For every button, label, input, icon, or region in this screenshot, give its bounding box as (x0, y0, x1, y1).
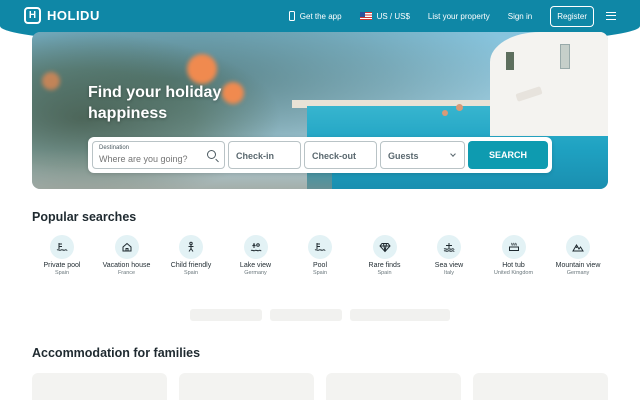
popular-item-label: Mountain view (555, 262, 601, 269)
hero-image-flower (187, 54, 217, 84)
hamburger-menu-icon[interactable] (606, 12, 616, 20)
hero-image-door (506, 52, 514, 70)
popular-item-location: Spain (54, 270, 70, 276)
popular-item-location: France (117, 270, 136, 276)
popular-searches-title: Popular searches (32, 210, 137, 224)
destination-label: Destination (99, 145, 130, 151)
header-nav: Get the app US / US$ List your property … (271, 5, 616, 27)
hero-image-person (442, 110, 448, 116)
hero-image-window (560, 44, 570, 69)
get-app-label: Get the app (299, 11, 342, 21)
popular-item-location: Spain (312, 270, 328, 276)
popular-item-label: Private pool (43, 262, 81, 269)
popular-item-location: Italy (443, 270, 455, 276)
hero-image-flower (42, 72, 60, 90)
popular-item-rare-finds[interactable]: Rare finds Spain (355, 235, 415, 276)
popular-item-label: Sea view (434, 262, 464, 269)
hero-image-person (456, 104, 463, 111)
house-icon (114, 235, 139, 259)
loading-placeholder (270, 309, 342, 321)
checkin-label: Check-in (236, 151, 275, 161)
popular-item-label: Hot tub (502, 262, 525, 269)
popular-item-label: Rare finds (368, 262, 401, 269)
logo-icon: H (24, 7, 41, 24)
popular-item-vacation-house[interactable]: Vacation house France (97, 235, 157, 276)
popular-item-location: Spain (183, 270, 199, 276)
child-icon (179, 235, 203, 259)
chevron-down-icon (450, 151, 456, 157)
logo-letter: H (28, 9, 37, 21)
register-button[interactable]: Register (550, 5, 594, 27)
currency-selector[interactable]: US / US$ (359, 11, 410, 21)
popular-searches-list: Private pool Spain Vacation house France… (32, 235, 608, 276)
destination-input[interactable] (99, 154, 204, 164)
us-flag-icon (359, 12, 372, 20)
popular-item-label: Pool (312, 262, 327, 269)
popular-item-label: Vacation house (102, 262, 151, 269)
lake-icon (243, 235, 268, 259)
popular-item-private-pool[interactable]: Private pool Spain (32, 235, 92, 276)
accommodation-card-placeholder[interactable] (473, 373, 608, 400)
popular-item-pool[interactable]: Pool Spain (290, 235, 350, 276)
phone-icon (288, 11, 295, 21)
hero-image-building (490, 32, 608, 136)
pool-icon (50, 235, 74, 259)
popular-item-location: Germany (244, 270, 267, 276)
mountain-icon (566, 235, 590, 259)
brand-name: HOLIDU (47, 8, 100, 23)
destination-field[interactable]: Destination (92, 141, 225, 169)
search-button[interactable]: SEARCH (468, 141, 548, 169)
popular-item-child-friendly[interactable]: Child friendly Spain (161, 235, 221, 276)
diamond-icon (372, 235, 397, 259)
popular-item-lake-view[interactable]: Lake view Germany (226, 235, 286, 276)
families-section-title: Accommodation for families (32, 346, 201, 360)
popular-item-mountain-view[interactable]: Mountain view Germany (548, 235, 608, 276)
accommodation-card-placeholder[interactable] (326, 373, 461, 400)
checkout-label: Check-out (312, 151, 357, 161)
pool-icon (308, 235, 332, 259)
sign-in-link[interactable]: Sign in (508, 12, 532, 21)
sea-icon (437, 235, 461, 259)
popular-item-label: Child friendly (170, 262, 212, 269)
checkin-field[interactable]: Check-in (228, 141, 301, 169)
holidu-logo[interactable]: H HOLIDU (24, 7, 100, 24)
checkout-field[interactable]: Check-out (304, 141, 377, 169)
search-bar: Destination Check-in Check-out Guests SE… (88, 137, 552, 173)
popular-item-label: Lake view (239, 262, 272, 269)
hot-tub-icon (501, 235, 526, 259)
currency-label: US / US$ (376, 11, 410, 21)
popular-item-location: Germany (566, 270, 590, 276)
hero-title: Find your holiday happiness (88, 84, 222, 122)
loading-placeholder (190, 309, 262, 321)
search-icon (207, 150, 216, 159)
list-property-link[interactable]: List your property (428, 12, 490, 21)
accommodation-card-placeholder[interactable] (32, 373, 167, 400)
get-app-link[interactable]: Get the app (288, 11, 342, 21)
loading-placeholder (350, 309, 450, 321)
guests-label: Guests (388, 151, 419, 161)
popular-item-location: Spain (377, 270, 392, 276)
popular-item-hot-tub[interactable]: Hot tub United Kingdom (484, 235, 544, 276)
guests-dropdown[interactable]: Guests (380, 141, 465, 169)
accommodation-card-placeholder[interactable] (179, 373, 314, 400)
popular-item-sea-view[interactable]: Sea view Italy (419, 235, 479, 276)
popular-item-location: United Kingdom (493, 270, 534, 276)
